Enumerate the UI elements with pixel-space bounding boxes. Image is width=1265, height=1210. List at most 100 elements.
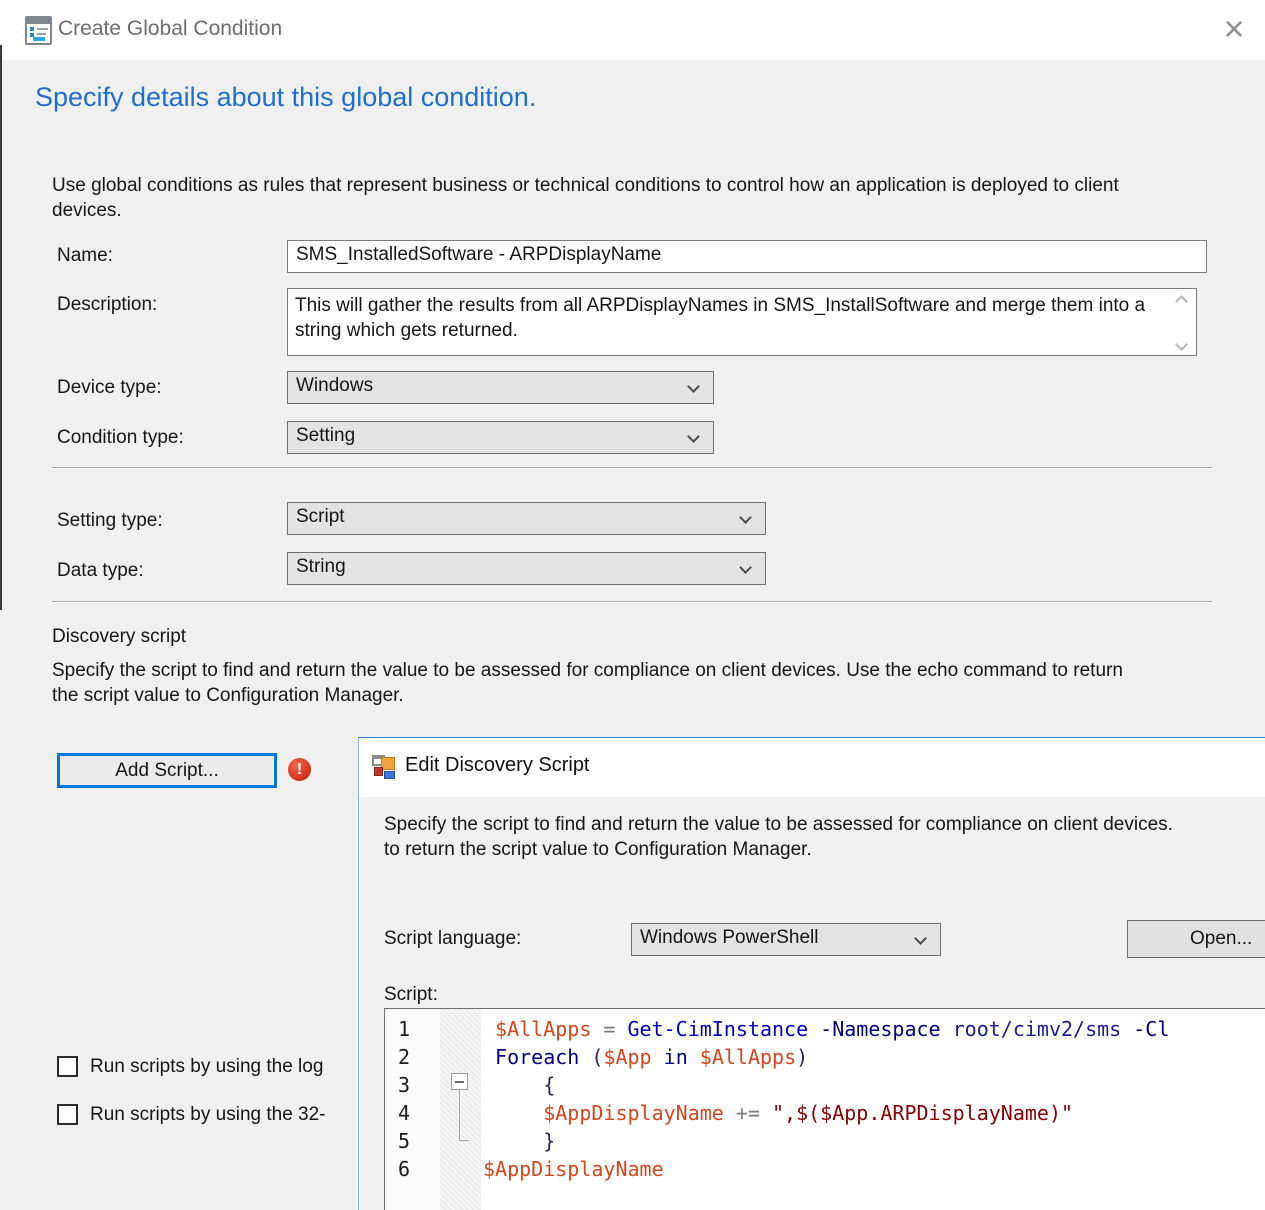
scroll-down-icon[interactable] — [1176, 338, 1187, 349]
code-token-brace: ( — [591, 1045, 603, 1069]
divider — [52, 601, 1212, 603]
title-bar: Create Global Condition × — [0, 0, 1265, 60]
description-value: This will gather the results from all AR… — [295, 293, 1160, 343]
code-token-var: $App — [603, 1045, 651, 1069]
code-token-brace: ) — [796, 1045, 808, 1069]
add-script-button[interactable]: Add Script... — [57, 753, 277, 788]
code-token-var: $AppDisplayName — [543, 1101, 724, 1125]
code-token-var: $AppDisplayName — [483, 1157, 664, 1181]
script-language-select[interactable]: Windows PowerShell — [631, 923, 941, 956]
description-input[interactable]: This will gather the results from all AR… — [287, 288, 1197, 356]
line-number: 6 — [398, 1155, 428, 1183]
outlining-margin — [440, 1009, 481, 1210]
line-number-gutter: 123456 — [385, 1009, 440, 1210]
code-token-plain — [579, 1045, 591, 1069]
discovery-script-heading: Discovery script — [52, 626, 186, 648]
setting-type-select[interactable]: Script — [287, 502, 766, 535]
code-token-plain — [1121, 1017, 1133, 1041]
code-token-plain — [688, 1045, 700, 1069]
icon-red-square — [374, 767, 383, 776]
collapse-connector-corner — [459, 1140, 469, 1141]
code-token-op: = — [591, 1017, 627, 1041]
discovery-script-description: Specify the script to find and return th… — [52, 658, 1152, 708]
run-scripts-32bit-label: Run scripts by using the 32- — [90, 1104, 326, 1126]
window-edge-artifact — [0, 45, 2, 610]
chevron-down-icon — [741, 513, 751, 523]
code-token-brace: { — [543, 1073, 555, 1097]
condition-type-label: Condition type: — [57, 427, 184, 449]
edit-discovery-script-dialog: Edit Discovery Script Specify the script… — [358, 737, 1265, 1210]
device-type-label: Device type: — [57, 377, 162, 399]
code-token-plain — [483, 1073, 543, 1097]
code-line: $AllApps = Get-CimInstance -Namespace ro… — [483, 1015, 1169, 1043]
collapse-toggle-icon[interactable] — [451, 1073, 468, 1090]
code-token-var: $AllApps — [700, 1045, 796, 1069]
icon-blue-square — [384, 771, 395, 779]
code-token-str: ",$($App.ARPDisplayName)" — [772, 1101, 1073, 1125]
edit-dialog-body-line1: Specify the script to find and return th… — [384, 814, 1173, 836]
page-title: Specify details about this global condit… — [35, 82, 536, 113]
icon-line — [37, 33, 46, 35]
code-token-cmdlet: Get-CimInstance — [628, 1017, 809, 1041]
condition-type-select[interactable]: Setting — [287, 421, 714, 454]
code-line: $AppDisplayName — [483, 1155, 664, 1183]
code-line: Foreach ($App in $AllApps) — [483, 1043, 808, 1071]
code-token-plain — [483, 1017, 495, 1041]
condition-type-value: Setting — [296, 425, 355, 446]
device-type-value: Windows — [296, 375, 373, 396]
script-language-value: Windows PowerShell — [640, 927, 818, 948]
code-token-var: $AllApps — [495, 1017, 591, 1041]
code-token-param: -Namespace — [820, 1017, 940, 1041]
collapse-connector-line — [459, 1090, 460, 1141]
edit-script-app-icon — [372, 754, 398, 780]
global-condition-icon — [25, 16, 52, 45]
edit-dialog-body-line2: to return the script value to Configurat… — [384, 839, 812, 861]
icon-orange-square — [381, 757, 395, 770]
error-icon: ! — [288, 758, 311, 781]
code-token-op: += — [724, 1101, 772, 1125]
code-token-arg: root/cimv2/sms — [953, 1017, 1122, 1041]
run-scripts-logged-on-label: Run scripts by using the log — [90, 1056, 323, 1078]
close-icon[interactable]: × — [1210, 6, 1258, 54]
code-token-brace: } — [543, 1129, 555, 1153]
scroll-up-icon[interactable] — [1176, 295, 1187, 306]
icon-bullet — [30, 27, 34, 31]
code-token-plain — [941, 1017, 953, 1041]
device-type-select[interactable]: Windows — [287, 371, 714, 404]
chevron-down-icon — [916, 934, 926, 944]
icon-line — [37, 28, 48, 30]
line-number: 5 — [398, 1127, 428, 1155]
code-token-plain — [652, 1045, 664, 1069]
script-editor[interactable]: 123456 $AllApps = Get-CimInstance -Names… — [384, 1008, 1265, 1210]
open-button[interactable]: Open... — [1127, 920, 1265, 958]
setting-type-label: Setting type: — [57, 510, 163, 532]
icon-bluebar — [33, 37, 45, 41]
code-token-plain — [483, 1101, 543, 1125]
run-scripts-logged-on-checkbox[interactable] — [57, 1056, 78, 1077]
data-type-select[interactable]: String — [287, 552, 766, 585]
code-token-kw: Foreach — [495, 1045, 579, 1069]
name-input[interactable]: SMS_InstalledSoftware - ARPDisplayName — [287, 240, 1207, 273]
divider — [52, 467, 1212, 469]
create-global-condition-window: Create Global Condition × Specify detail… — [0, 0, 1265, 1210]
script-language-label: Script language: — [384, 928, 521, 950]
chevron-down-icon — [689, 382, 699, 392]
code-token-plain — [808, 1017, 820, 1041]
line-number: 2 — [398, 1043, 428, 1071]
chevron-down-icon — [689, 432, 699, 442]
code-line: $AppDisplayName += ",$($App.ARPDisplayNa… — [483, 1099, 1073, 1127]
edit-dialog-title-bar: Edit Discovery Script — [359, 738, 1265, 797]
run-scripts-32bit-checkbox[interactable] — [57, 1104, 78, 1125]
setting-type-value: Script — [296, 506, 345, 527]
code-area[interactable]: $AllApps = Get-CimInstance -Namespace ro… — [481, 1009, 1265, 1210]
edit-dialog-title: Edit Discovery Script — [405, 754, 590, 777]
description-label: Description: — [57, 294, 157, 316]
code-token-plain — [483, 1129, 543, 1153]
script-label: Script: — [384, 984, 438, 1006]
name-label: Name: — [57, 245, 113, 267]
window-title: Create Global Condition — [58, 17, 282, 41]
icon-topbar — [27, 18, 50, 24]
line-number: 1 — [398, 1015, 428, 1043]
code-token-plain — [483, 1045, 495, 1069]
line-number: 4 — [398, 1099, 428, 1127]
